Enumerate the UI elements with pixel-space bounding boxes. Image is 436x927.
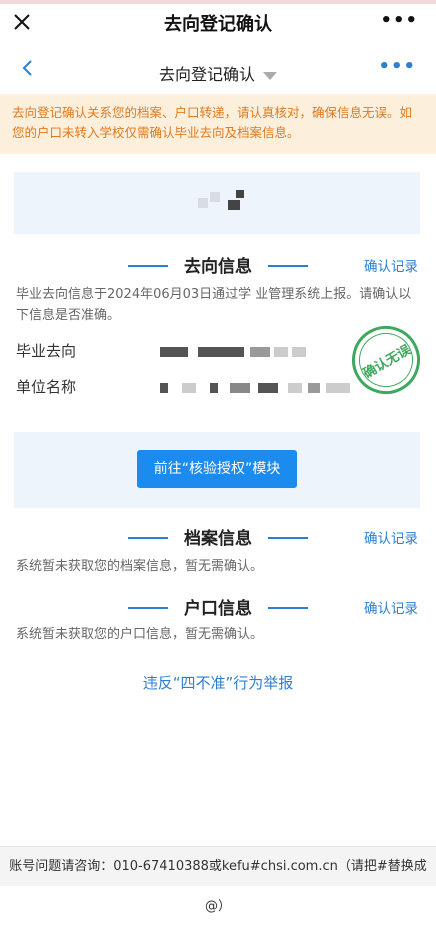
destination-confirm-record-link[interactable]: 确认记录 <box>364 255 418 275</box>
redacted-value <box>308 383 320 393</box>
destination-section-header: 去向信息 确认记录 <box>0 252 436 278</box>
redacted-value <box>258 383 278 393</box>
stamp-text: 确认无误 <box>360 342 414 382</box>
household-section-header: 户口信息 确认记录 <box>0 594 436 620</box>
archive-confirm-record-link[interactable]: 确认记录 <box>364 527 418 547</box>
report-violation-link[interactable]: 违反“四不准”行为举报 <box>0 672 436 693</box>
redacted-block <box>198 198 208 208</box>
page-nav-bar: 去向登记确认 ••• <box>0 42 436 94</box>
nav-more-icon[interactable]: ••• <box>378 56 416 77</box>
redacted-block <box>228 200 240 210</box>
support-footer: 账号问题请咨询：010-67410388或kefu#chsi.com.cn（请把… <box>0 846 436 914</box>
redacted-value <box>230 383 250 393</box>
field-label: 毕业去向 <box>16 342 77 360</box>
field-label: 单位名称 <box>16 378 77 396</box>
divider <box>268 537 308 539</box>
chevron-down-icon <box>263 71 277 80</box>
redacted-value <box>182 383 196 393</box>
redacted-value <box>160 383 168 393</box>
window-title: 去向登记确认 <box>164 14 272 35</box>
redacted-value <box>198 347 244 357</box>
redacted-value <box>288 383 302 393</box>
divider <box>268 265 308 267</box>
redacted-value <box>250 347 270 357</box>
notice-banner: 去向登记确认关系您的档案、户口转递，请认真核对，确保信息无误。如您的户口未转入学… <box>0 94 436 154</box>
profile-banner <box>14 172 420 234</box>
redacted-value <box>160 347 188 357</box>
redacted-block <box>236 190 244 198</box>
archive-section-header: 档案信息 确认记录 <box>0 524 436 550</box>
window-title-bar: 去向登记确认 ••• <box>0 0 436 42</box>
goto-verify-auth-button[interactable]: 前往“核验授权”模块 <box>137 450 297 488</box>
redacted-block <box>210 192 220 202</box>
redacted-value <box>274 347 288 357</box>
page-title-text: 去向登记确认 <box>158 65 255 84</box>
household-description: 系统暂未获取您的户口信息，暂无需确认。 <box>16 627 264 642</box>
redacted-value <box>210 383 218 393</box>
redacted-value <box>292 347 306 357</box>
page-title[interactable]: 去向登记确认 <box>0 61 436 85</box>
archive-description: 系统暂未获取您的档案信息，暂无需确认。 <box>16 559 264 574</box>
household-confirm-record-link[interactable]: 确认记录 <box>364 597 418 617</box>
destination-description: 毕业去向信息于2024年06月03日通过学 业管理系统上报。请确认以下信息是否准… <box>16 287 412 323</box>
divider <box>268 607 308 609</box>
more-menu-icon[interactable]: ••• <box>380 10 418 31</box>
redacted-value <box>326 383 350 393</box>
